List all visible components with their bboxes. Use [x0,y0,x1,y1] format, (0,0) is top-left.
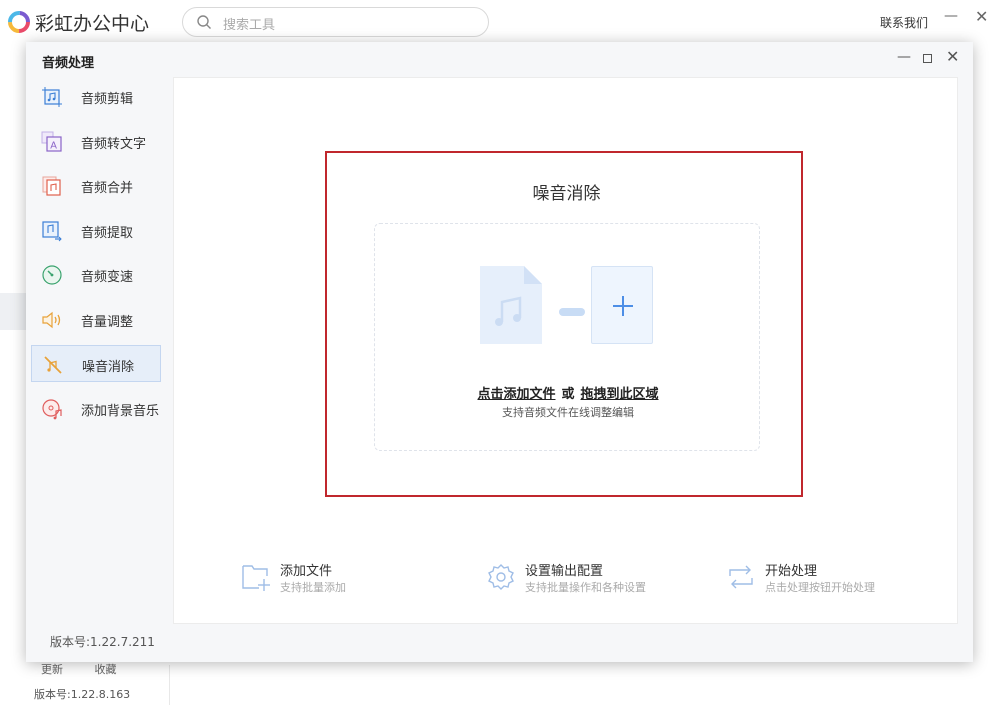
audio-file-icon [480,266,542,344]
menu-label: 噪音消除 [82,360,135,375]
version-label: 版本号:1.22.7.211 [50,635,155,649]
menu-label: 音频变速 [81,270,134,285]
contact-us-link[interactable]: 联系我们 [880,14,928,31]
menu-item-noise-removal[interactable]: 噪音消除 [31,345,161,382]
menu-label: 音量调整 [81,314,134,330]
window-minimize-icon[interactable]: — [897,49,911,65]
click-add-file-link[interactable]: 点击添加文件 [477,387,555,402]
app-close-icon[interactable]: ✕ [975,7,988,26]
connector-bar [559,308,585,316]
menu-item-audio-cut[interactable]: 音频剪辑 [31,78,161,115]
window-close-icon[interactable]: ✕ [946,47,959,66]
audio-merge-icon [42,176,61,196]
section-title: 噪音消除 [532,184,601,204]
search-icon [197,15,211,29]
process-icon [729,565,753,589]
drag-here-link[interactable]: 拖拽到此区域 [581,387,659,402]
app-minimize-icon[interactable]: — [944,8,958,24]
update-link[interactable]: 更新 [41,663,63,676]
settings-gear-icon [488,564,514,590]
window-maximize-icon[interactable] [923,54,932,63]
menu-label: 音频提取 [81,225,134,241]
search-placeholder: 搜索工具 [223,18,276,33]
background-divider [169,665,170,705]
background-version: 版本号:1.22.8.163 [34,688,131,701]
drop-subtitle: 支持音频文件在线调整编辑 [502,406,634,419]
step-desc: 点击处理按钮开始处理 [765,581,875,594]
step-desc: 支持批量添加 [280,581,346,594]
volume-adjust-icon [42,311,61,328]
step-title: 添加文件 [280,564,333,579]
favorite-link[interactable]: 收藏 [95,663,117,676]
noise-removal-icon [44,356,62,374]
add-file-icon [242,565,270,591]
menu-item-volume-adjust[interactable]: 音量调整 [31,301,161,338]
app-title: 彩虹办公中心 [35,13,150,35]
svg-text:A: A [50,140,57,151]
search-box[interactable]: 搜索工具 [182,7,489,37]
audio-processing-window: 音频处理 — ✕ 音频剪辑 A 音频转文字 音频合并 音频提取 音频变速 音量调… [26,42,973,662]
menu-item-audio-extract[interactable]: 音频提取 [31,212,161,249]
drop-instruction: 点击添加文件或拖拽到此区域 [375,383,761,402]
background-footer-links: 更新 收藏 [41,661,145,677]
menu-label: 音频转文字 [81,136,147,152]
window-title: 音频处理 [42,56,95,71]
menu-label: 添加背景音乐 [81,403,160,419]
rainbow-logo-icon [8,11,30,33]
tool-menu: 音频剪辑 A 音频转文字 音频合并 音频提取 音频变速 音量调整 噪音消除 添加… [31,78,161,434]
menu-item-audio-to-text[interactable]: A 音频转文字 [31,123,161,160]
file-drop-zone[interactable]: 点击添加文件或拖拽到此区域 支持音频文件在线调整编辑 [374,223,760,451]
menu-label: 音频剪辑 [81,92,134,107]
audio-to-text-icon: A [41,131,62,152]
menu-item-add-bg-music[interactable]: 添加背景音乐 [31,390,161,427]
audio-cut-icon [42,87,62,107]
add-bg-music-icon [42,398,62,419]
audio-extract-icon [42,220,62,241]
background-sidebar-highlight [0,293,26,330]
step-title: 设置输出配置 [525,564,604,579]
content-panel: 噪音消除 点击添加文件或拖拽到此区域 支持音频文件在线调整编辑 添加文件 支持批… [173,77,958,624]
or-text: 或 [561,387,575,402]
audio-speed-icon [42,265,62,285]
step-desc: 支持批量操作和各种设置 [525,581,646,594]
add-file-plus-button[interactable] [591,266,653,344]
top-bar: 彩虹办公中心 搜索工具 联系我们 — ✕ [0,0,1000,42]
plus-icon-vertical [622,296,624,316]
menu-label: 音频合并 [81,181,134,196]
app-root: 彩虹办公中心 搜索工具 联系我们 — ✕ 更新 收藏 版本号:1.22.8.16… [0,0,1000,705]
step-title: 开始处理 [765,564,818,579]
menu-item-audio-merge[interactable]: 音频合并 [31,167,161,204]
menu-item-audio-speed[interactable]: 音频变速 [31,256,161,293]
